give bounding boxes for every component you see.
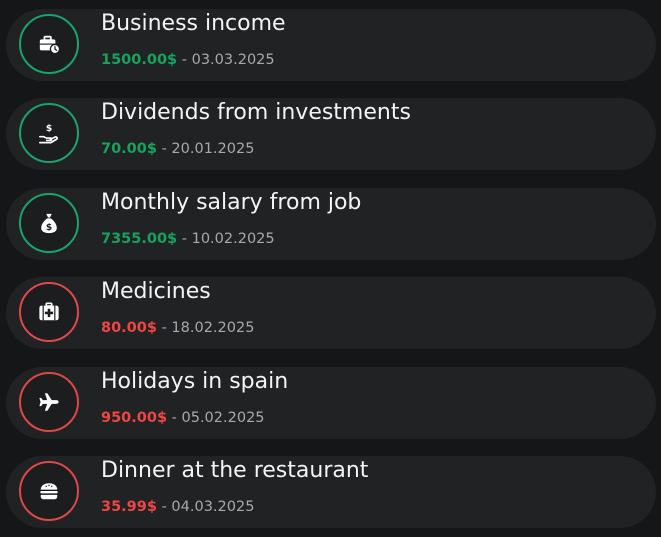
transaction-item-medicines[interactable]: Medicines 80.00$ - 18.02.2025 <box>6 277 656 349</box>
transaction-amount: 70.00$ <box>101 141 157 157</box>
separator: - <box>177 231 192 247</box>
transaction-amount: 1500.00$ <box>101 52 178 68</box>
transaction-meta: 80.00$ - 18.02.2025 <box>101 320 254 336</box>
transaction-title: Monthly salary from job <box>101 190 362 215</box>
transaction-list: Business income 1500.00$ - 03.03.2025 $ … <box>0 0 661 537</box>
transaction-item-holidays[interactable]: Holidays in spain 950.00$ - 05.02.2025 <box>6 367 656 439</box>
medical-kit-icon <box>19 282 79 342</box>
burger-icon <box>19 461 79 521</box>
airplane-icon <box>19 372 79 432</box>
transaction-date: 04.03.2025 <box>171 499 255 515</box>
transaction-date: 03.03.2025 <box>191 52 275 68</box>
briefcase-clock-icon <box>19 14 79 74</box>
hand-dollar-icon: $ <box>19 103 79 163</box>
transaction-item-business-income[interactable]: Business income 1500.00$ - 03.03.2025 <box>6 9 656 81</box>
transaction-meta: 1500.00$ - 03.03.2025 <box>101 52 275 68</box>
transaction-title: Dinner at the restaurant <box>101 458 369 483</box>
transaction-meta: 7355.00$ - 10.02.2025 <box>101 231 275 247</box>
svg-text:$: $ <box>46 222 52 233</box>
transaction-date: 18.02.2025 <box>171 320 255 336</box>
svg-text:$: $ <box>46 123 52 134</box>
transaction-title: Business income <box>101 11 286 36</box>
transaction-item-dividends[interactable]: $ Dividends from investments 70.00$ - 20… <box>6 98 656 170</box>
transaction-meta: 70.00$ - 20.01.2025 <box>101 141 254 157</box>
separator: - <box>177 52 192 68</box>
transaction-meta: 950.00$ - 05.02.2025 <box>101 410 265 426</box>
separator: - <box>156 141 172 157</box>
transaction-item-salary[interactable]: $ Monthly salary from job 7355.00$ - 10.… <box>6 188 656 260</box>
money-bag-icon: $ <box>19 193 79 253</box>
transaction-meta: 35.99$ - 04.03.2025 <box>101 499 254 515</box>
separator: - <box>167 410 182 426</box>
separator: - <box>156 499 172 515</box>
transaction-date: 05.02.2025 <box>181 410 265 426</box>
transaction-item-dinner[interactable]: Dinner at the restaurant 35.99$ - 04.03.… <box>6 456 656 528</box>
transaction-amount: 7355.00$ <box>101 231 178 247</box>
transaction-date: 20.01.2025 <box>171 141 255 157</box>
transaction-title: Dividends from investments <box>101 100 411 125</box>
transaction-amount: 35.99$ <box>101 499 157 515</box>
separator: - <box>156 320 172 336</box>
transaction-date: 10.02.2025 <box>191 231 275 247</box>
transaction-amount: 950.00$ <box>101 410 168 426</box>
transaction-amount: 80.00$ <box>101 320 157 336</box>
transaction-title: Holidays in spain <box>101 369 289 394</box>
transaction-title: Medicines <box>101 279 211 304</box>
